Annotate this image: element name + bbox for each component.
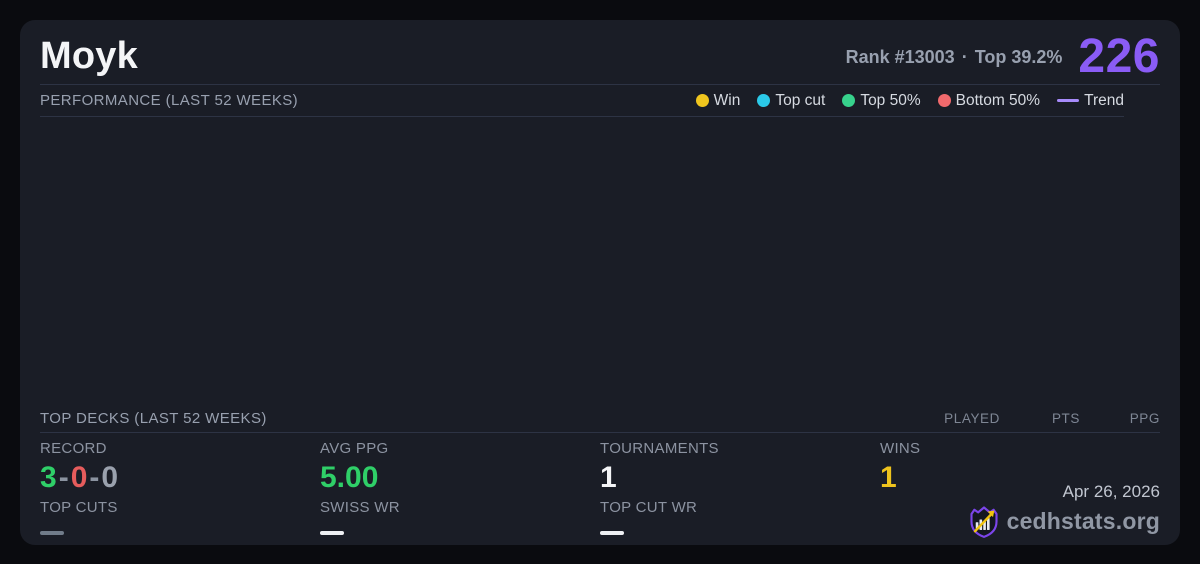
stat-avg-ppg: AVG PPG 5.00 SWISS WR: [320, 440, 600, 535]
legend-item-trend: Trend: [1057, 92, 1124, 110]
legend-label: Top cut: [775, 91, 826, 109]
avg-ppg-label: AVG PPG: [320, 440, 389, 457]
record-losses: 0: [70, 461, 88, 494]
top-cuts-placeholder-dash: [40, 531, 64, 535]
top-percent: Top 39.2%: [974, 46, 1063, 67]
record-value: 3-0-0: [40, 461, 320, 494]
performance-chart: [40, 117, 1160, 405]
legend-item-top-cut: Top cut: [757, 92, 825, 110]
swiss-wr-placeholder-dash: [320, 531, 344, 535]
brand-watermark: cedhstats.org: [969, 505, 1160, 538]
player-name: Moyk: [40, 34, 138, 77]
top-cuts-label: TOP CUTS: [40, 499, 118, 516]
bottom-50-dot-icon: [937, 94, 951, 107]
card-header: Moyk Rank #13003 · Top 39.2% 226: [40, 20, 1160, 85]
win-dot-icon: [695, 94, 709, 107]
report-date: Apr 26, 2026: [1062, 482, 1160, 501]
rank-text: Rank #13003 · Top 39.2%: [846, 47, 1063, 77]
player-stats-card: Moyk Rank #13003 · Top 39.2% 226 PERFORMAN…: [20, 20, 1180, 545]
top-decks-section-header: TOP DECKS (LAST 52 WEEKS) PLAYED PTS PPG: [40, 405, 1160, 433]
top-cut-wr-label: TOP CUT WR: [600, 499, 698, 516]
trend-line-icon: [1057, 99, 1080, 102]
rank-summary: Rank #13003 · Top 39.2% 226: [846, 30, 1160, 84]
chart-legend: Win Top cut Top 50% Bottom 50% Trend: [695, 91, 1124, 110]
stat-tournaments: TOURNAMENTS 1 TOP CUT WR: [600, 440, 880, 535]
top-cut-wr-placeholder-dash: [600, 531, 624, 535]
wins-label: WINS: [880, 440, 921, 457]
swiss-wr-label: SWISS WR: [320, 499, 400, 516]
top-decks-column-headers: PLAYED PTS PPG: [880, 411, 1160, 426]
legend-item-bottom-50: Bottom 50%: [937, 91, 1041, 110]
cedhstats-logo-icon: [970, 506, 998, 538]
brand-name: cedhstats.org: [1006, 508, 1160, 534]
legend-label: Win: [713, 91, 741, 109]
column-header-played: PLAYED: [944, 411, 1000, 426]
legend-label: Bottom 50%: [955, 91, 1041, 109]
top-decks-title: TOP DECKS (LAST 52 WEEKS): [40, 410, 267, 427]
column-header-pts: PTS: [1051, 411, 1080, 426]
legend-label: Top 50%: [860, 91, 921, 109]
rank-number: Rank #13003: [845, 46, 955, 67]
performance-title: PERFORMANCE (LAST 52 WEEKS): [40, 92, 299, 109]
dot-separator: ·: [961, 46, 968, 67]
record-wins: 3: [40, 461, 57, 494]
performance-section-header: PERFORMANCE (LAST 52 WEEKS) Win Top cut …: [40, 85, 1124, 117]
legend-item-top-50: Top 50%: [842, 91, 921, 110]
record-separator: -: [89, 461, 100, 494]
column-header-ppg: PPG: [1129, 411, 1160, 426]
card-footer: Apr 26, 2026 cedhstats.org: [969, 482, 1160, 538]
record-label: RECORD: [40, 440, 107, 457]
top-50-dot-icon: [842, 94, 856, 107]
top-cut-dot-icon: [757, 94, 771, 107]
legend-item-win: Win: [695, 91, 741, 110]
tournaments-label: TOURNAMENTS: [600, 440, 719, 457]
tournaments-value: 1: [600, 461, 617, 494]
stat-record: RECORD 3-0-0 TOP CUTS: [40, 440, 320, 535]
legend-label: Trend: [1084, 91, 1124, 109]
record-separator: -: [58, 461, 69, 494]
record-draws: 0: [101, 461, 119, 494]
player-score: 226: [1078, 30, 1160, 84]
avg-ppg-value: 5.00: [320, 461, 379, 494]
